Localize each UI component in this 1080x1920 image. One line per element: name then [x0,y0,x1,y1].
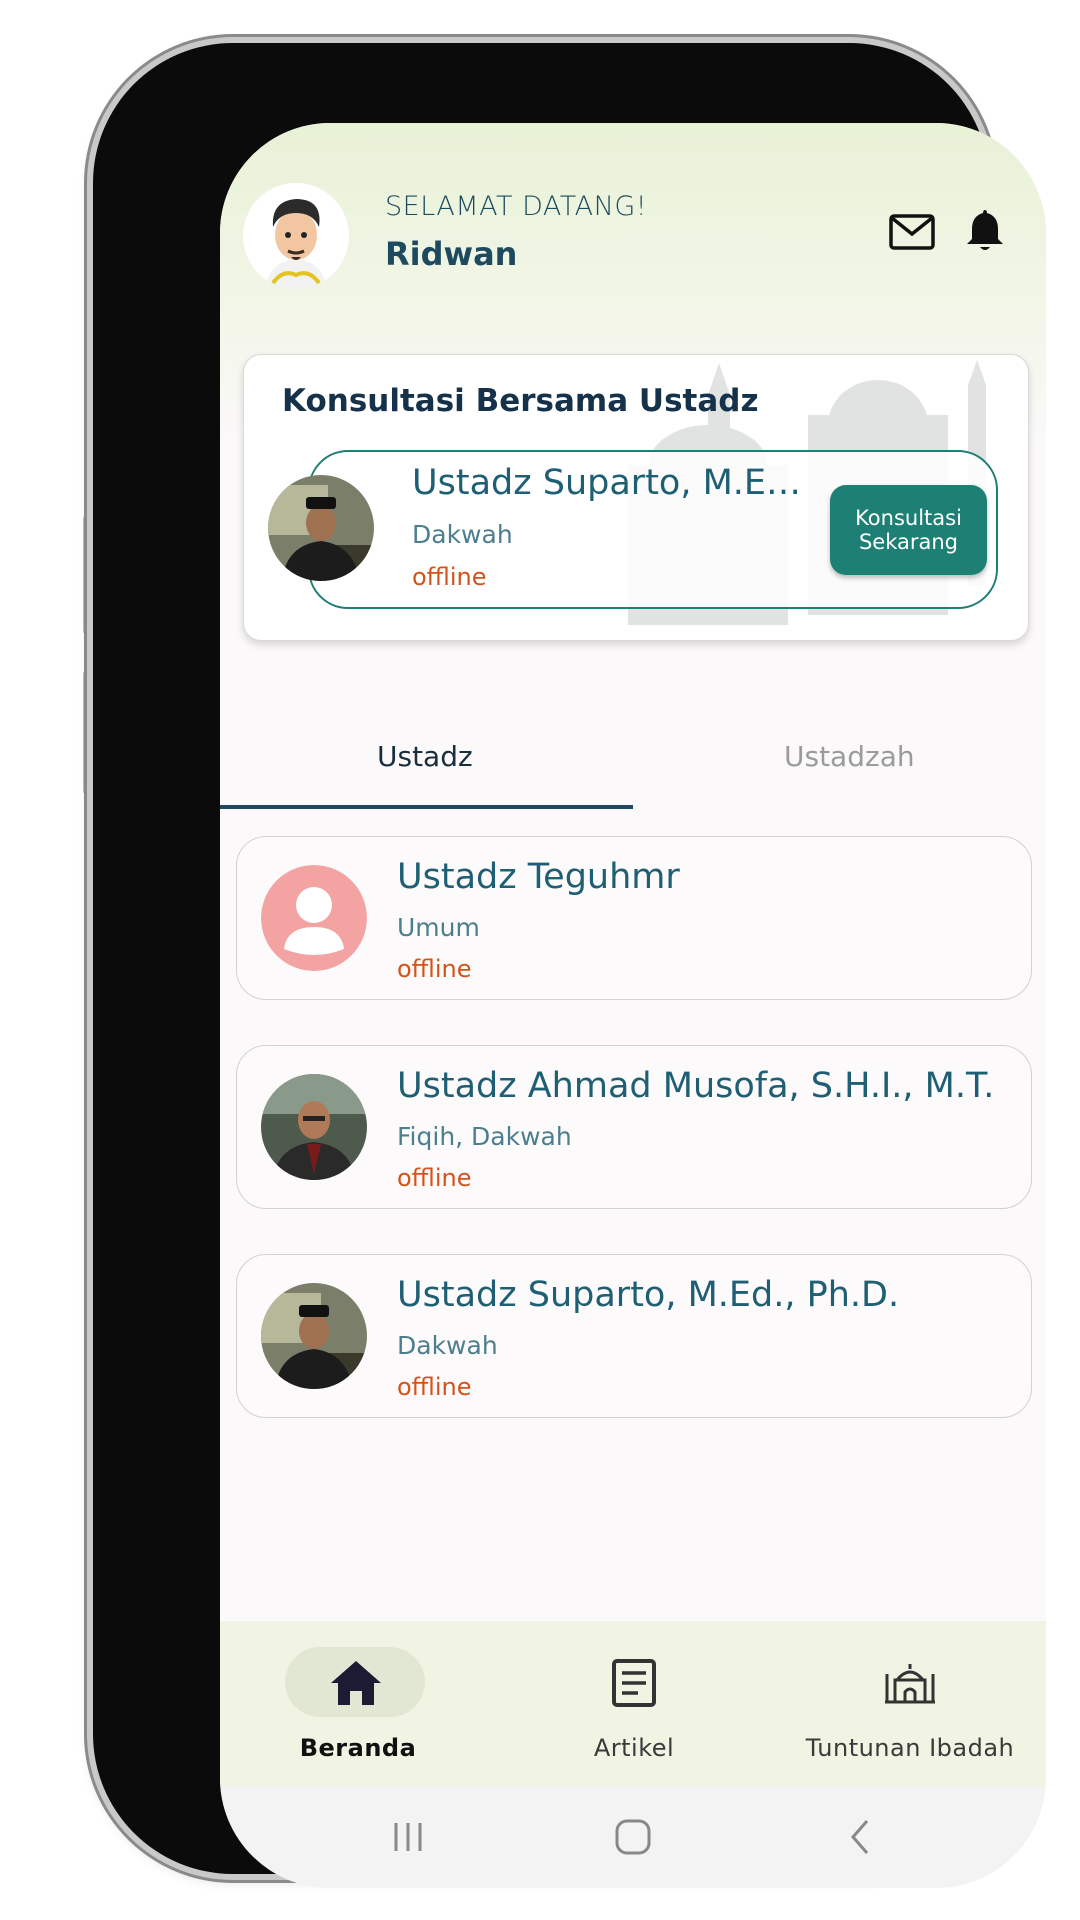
ustadz-specialty: Umum [397,913,480,942]
tab-ustadzah[interactable]: Ustadzah [784,740,915,773]
nav-label: Tuntunan Ibadah [805,1734,1015,1762]
ustadz-photo [261,1283,367,1389]
featured-consultation-card: Konsultasi Bersama Ustadz Ustadz Suparto… [243,354,1029,641]
nav-artikel[interactable]: Artikel [496,1621,772,1786]
ustadz-name: Ustadz Ahmad Musofa, S.H.I., M.T. [397,1066,995,1106]
ustadz-card[interactable]: Ustadz Suparto, M.Ed., Ph.D. Dakwah offl… [236,1254,1032,1418]
default-avatar-icon [261,865,367,971]
back-icon[interactable] [830,1814,890,1860]
ustadz-specialty: Fiqih, Dakwah [397,1122,572,1151]
mosque-icon [880,1657,940,1709]
app-screen: SELAMAT DATANG! Ridwan Konsultasi Bersam… [220,123,1046,1888]
ustadz-specialty: Dakwah [397,1331,498,1360]
featured-title: Konsultasi Bersama Ustadz [282,383,759,419]
article-icon [604,1657,664,1709]
featured-ustadz-specialty: Dakwah [412,520,513,549]
recent-apps-icon[interactable] [378,1814,438,1860]
nav-label: Beranda [299,1734,417,1762]
nav-label: Artikel [593,1734,675,1762]
system-navigation-bar [220,1786,1046,1888]
consult-button-line1: Konsultasi [855,506,962,530]
welcome-text: SELAMAT DATANG! [385,191,648,222]
volume-down-button [83,670,92,795]
home-button-icon[interactable] [603,1814,663,1860]
phone-frame: SELAMAT DATANG! Ridwan Konsultasi Bersam… [93,43,1046,1888]
mail-icon[interactable] [887,207,937,257]
ustadz-photo [261,1074,367,1180]
ustadz-card[interactable]: Ustadz Ahmad Musofa, S.H.I., M.T. Fiqih,… [236,1045,1032,1209]
user-avatar[interactable] [243,183,349,289]
volume-up-button [83,515,92,635]
ustadz-status: offline [397,1164,472,1192]
nav-tuntunan-ibadah[interactable]: Tuntunan Ibadah [772,1621,1046,1786]
tab-ustadz[interactable]: Ustadz [377,740,473,773]
ustadz-name: Ustadz Teguhmr [397,857,680,897]
ustadz-status: offline [397,955,472,983]
nav-beranda[interactable]: Beranda [220,1621,496,1786]
featured-ustadz-status: offline [412,563,487,591]
featured-ustadz-photo [268,475,374,581]
bottom-navigation: Beranda Artikel Tuntunan Ibadah [220,1621,1046,1786]
home-icon [326,1657,386,1709]
ustadz-card[interactable]: Ustadz Teguhmr Umum offline [236,836,1032,1000]
consult-now-button[interactable]: Konsultasi Sekarang [830,485,987,575]
username: Ridwan [385,235,518,273]
ustadz-name: Ustadz Suparto, M.Ed., Ph.D. [397,1275,900,1315]
featured-ustadz-name: Ustadz Suparto, M.E… [412,463,802,503]
ustadz-status: offline [397,1373,472,1401]
bell-icon[interactable] [960,205,1010,255]
consult-button-line2: Sekarang [858,530,959,554]
tab-active-indicator [220,805,633,809]
